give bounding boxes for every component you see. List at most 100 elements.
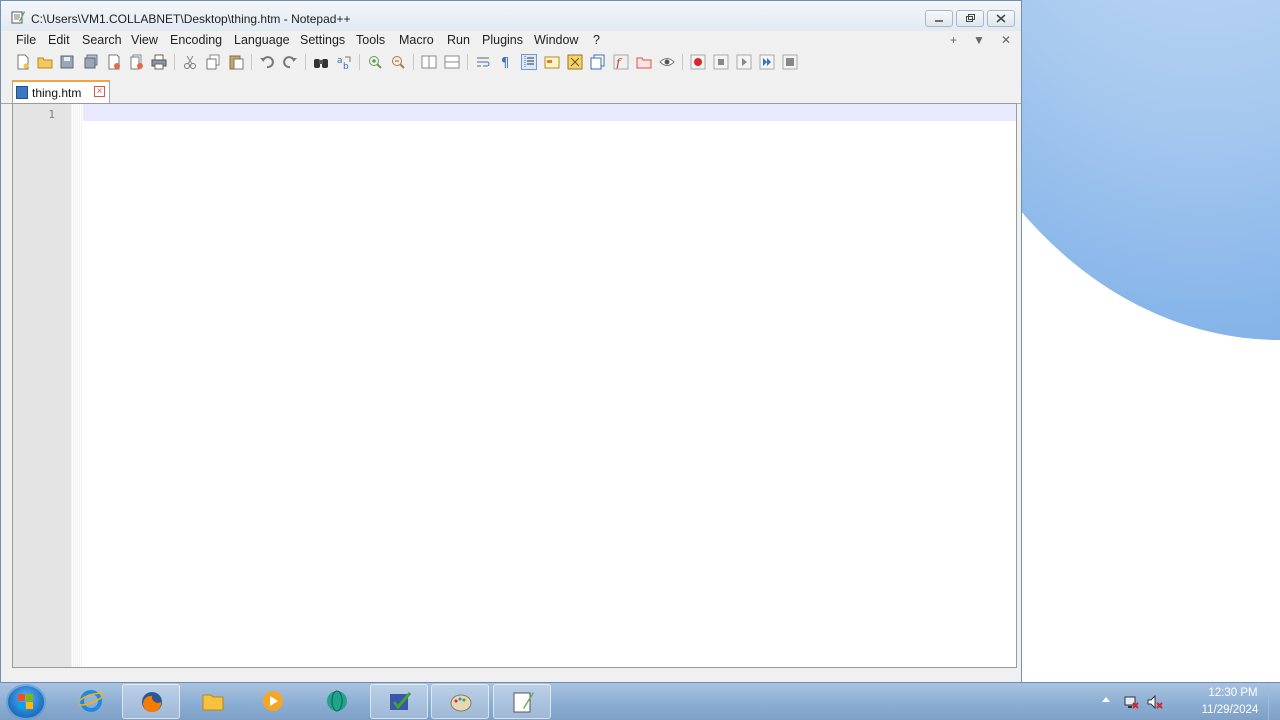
menu-right-controls: + ▼ ✕ xyxy=(950,33,1011,47)
svg-text:a: a xyxy=(337,56,343,66)
run-macro-multiple-button[interactable] xyxy=(759,54,775,70)
eye-icon xyxy=(659,58,675,66)
sync-vertical-scroll-button[interactable] xyxy=(421,54,437,70)
document-list-button[interactable] xyxy=(590,54,606,70)
print-button[interactable] xyxy=(151,54,167,70)
menu-macro[interactable]: Macro xyxy=(399,33,434,47)
globe-icon xyxy=(327,690,347,712)
taskbar: 12:30 PM 11/29/2024 xyxy=(0,682,1280,720)
close-button[interactable] xyxy=(987,10,1015,27)
folder-icon xyxy=(202,694,224,711)
taskbar-notepadpp[interactable] xyxy=(493,684,551,719)
indent-guide-icon xyxy=(524,56,534,68)
firefox-icon xyxy=(142,692,162,713)
menu-language[interactable]: Language xyxy=(234,33,290,47)
folder-as-workspace-button[interactable] xyxy=(636,54,652,70)
menu-window[interactable]: Window xyxy=(534,33,578,47)
minimize-button[interactable] xyxy=(925,10,953,27)
svg-text:b: b xyxy=(343,62,349,70)
menu-help[interactable]: ? xyxy=(593,33,600,47)
taskbar-paint[interactable] xyxy=(431,684,489,719)
toolbar-separator xyxy=(413,54,414,70)
clock-date[interactable]: 11/29/2024 xyxy=(1199,704,1261,716)
taskbar-media-player[interactable] xyxy=(244,684,302,719)
show-desktop-button[interactable] xyxy=(1268,683,1280,720)
taskbar-file-explorer[interactable] xyxy=(184,684,242,719)
binoculars-icon xyxy=(314,59,328,68)
taskbar-internet-explorer[interactable] xyxy=(62,684,120,719)
menu-view[interactable]: View xyxy=(131,33,158,47)
cut-button[interactable] xyxy=(182,54,198,70)
play-macro-button[interactable] xyxy=(736,54,752,70)
zoom-out-button[interactable] xyxy=(390,54,406,70)
replace-button[interactable]: ab xyxy=(336,54,352,72)
close-document-button[interactable]: ✕ xyxy=(1001,33,1011,47)
clock-time[interactable]: 12:30 PM xyxy=(1204,687,1262,699)
toolbar-separator xyxy=(467,54,468,70)
folder-open-icon xyxy=(37,57,53,69)
taskbar-firefox[interactable] xyxy=(122,684,180,719)
menu-file[interactable]: File xyxy=(16,33,36,47)
restore-button[interactable] xyxy=(956,10,984,27)
printer-icon xyxy=(151,54,167,70)
undo-button[interactable] xyxy=(259,54,275,70)
close-all-button[interactable] xyxy=(129,54,145,70)
zoom-in-button[interactable] xyxy=(367,54,383,70)
copy-button[interactable] xyxy=(205,54,221,70)
taskbar-editor-app[interactable] xyxy=(370,684,428,719)
open-file-button[interactable] xyxy=(37,54,53,70)
pilcrow-icon: ¶ xyxy=(501,56,509,71)
find-button[interactable] xyxy=(313,54,329,70)
word-wrap-button[interactable] xyxy=(475,54,491,70)
sync-horizontal-icon xyxy=(444,55,460,69)
save-macro-button[interactable] xyxy=(782,54,798,70)
menu-encoding[interactable]: Encoding xyxy=(170,33,222,47)
menu-tools[interactable]: Tools xyxy=(356,33,385,47)
redo-button[interactable] xyxy=(282,54,298,70)
fold-margin[interactable] xyxy=(71,104,83,667)
close-file-button[interactable] xyxy=(106,54,122,70)
tab-list-dropdown-button[interactable]: ▼ xyxy=(973,33,985,47)
new-file-button[interactable] xyxy=(15,54,31,70)
menu-settings[interactable]: Settings xyxy=(300,33,345,47)
save-all-button[interactable] xyxy=(83,54,99,70)
close-icon xyxy=(996,14,1006,23)
svg-text:f: f xyxy=(615,56,623,70)
monitoring-button[interactable] xyxy=(659,54,675,70)
current-line-highlight xyxy=(83,104,1016,121)
tab-thing-htm[interactable]: thing.htm × xyxy=(12,80,110,103)
menu-run[interactable]: Run xyxy=(447,33,470,47)
stop-macro-button[interactable] xyxy=(713,54,729,70)
menu-edit[interactable]: Edit xyxy=(48,33,70,47)
network-icon[interactable] xyxy=(1123,694,1139,710)
start-button[interactable] xyxy=(6,684,46,720)
user-defined-language-button[interactable] xyxy=(544,54,560,70)
tab-bar: thing.htm × xyxy=(1,75,1021,104)
new-tab-plus-button[interactable]: + xyxy=(950,33,957,47)
sync-horizontal-scroll-button[interactable] xyxy=(444,54,460,70)
paste-button[interactable] xyxy=(228,54,244,70)
indent-guide-button[interactable] xyxy=(521,54,537,70)
menu-search[interactable]: Search xyxy=(82,33,122,47)
title-bar[interactable]: C:\Users\VM1.COLLABNET\Desktop\thing.htm… xyxy=(1,1,1021,31)
taskbar-globe-app[interactable] xyxy=(308,684,366,719)
volume-muted-icon[interactable] xyxy=(1147,694,1163,710)
stop-icon xyxy=(713,54,729,70)
show-all-characters-button[interactable]: ¶ xyxy=(498,54,514,71)
undo-icon xyxy=(260,56,274,69)
tab-label: thing.htm xyxy=(32,86,82,100)
zoom-out-icon xyxy=(392,56,405,69)
save-button[interactable] xyxy=(59,54,75,70)
document-map-button[interactable] xyxy=(567,54,583,70)
record-macro-button[interactable] xyxy=(690,54,706,70)
menu-plugins[interactable]: Plugins xyxy=(482,33,523,47)
notepadpp-taskbar-icon xyxy=(513,692,534,713)
tab-close-icon[interactable]: × xyxy=(94,86,105,97)
copy-icon xyxy=(206,54,220,70)
editor-area[interactable]: 1 xyxy=(12,103,1017,668)
svg-text:¶: ¶ xyxy=(501,56,509,70)
function-list-button[interactable]: f xyxy=(613,54,629,70)
toolbar-separator xyxy=(251,54,252,70)
show-hidden-icons-arrow[interactable] xyxy=(1102,697,1110,702)
close-file-icon xyxy=(108,54,120,70)
